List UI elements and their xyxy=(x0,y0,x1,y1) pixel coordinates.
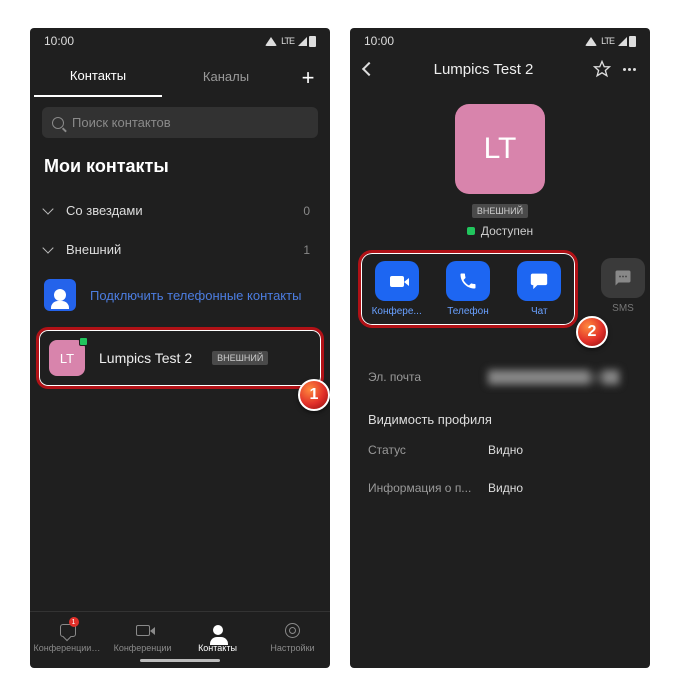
video-icon xyxy=(390,276,404,287)
phone-right: 10:00 LTE Lumpics Test 2 LT ВНЕШНИЙ Дост… xyxy=(350,28,650,668)
group-external[interactable]: Внешний 1 xyxy=(30,230,330,269)
profile-header: Lumpics Test 2 xyxy=(350,52,650,86)
external-badge: ВНЕШНИЙ xyxy=(212,351,268,365)
group-external-count: 1 xyxy=(303,243,316,257)
external-badge: ВНЕШНИЙ xyxy=(472,204,528,218)
email-value: ████████████@██ xyxy=(488,370,632,384)
favorite-button[interactable] xyxy=(593,60,611,78)
gear-icon xyxy=(285,623,300,638)
search-icon xyxy=(52,117,64,129)
action-sms[interactable]: SMS xyxy=(594,258,650,314)
back-button[interactable] xyxy=(362,62,376,76)
network-label: LTE xyxy=(281,36,294,46)
status-bar: 10:00 LTE xyxy=(350,28,650,52)
connect-label: Подключить телефонные контакты xyxy=(90,288,301,303)
action-meet[interactable]: Конфере... xyxy=(369,261,424,317)
more-button[interactable] xyxy=(619,68,640,71)
battery-icon xyxy=(629,36,636,47)
status-icons: LTE xyxy=(265,36,316,47)
status-bar: 10:00 LTE xyxy=(30,28,330,52)
connect-icon xyxy=(44,279,76,311)
clock: 10:00 xyxy=(44,34,74,48)
home-indicator xyxy=(140,659,220,662)
avatar-initials: LT xyxy=(484,132,517,166)
wifi-icon xyxy=(265,37,277,46)
add-button[interactable]: + xyxy=(290,65,326,91)
row-email: Эл. почта ████████████@██ xyxy=(368,358,632,396)
section-title: Мои контакты xyxy=(30,148,330,191)
group-starred-count: 0 xyxy=(303,204,316,218)
profile-details: Эл. почта ████████████@██ Видимость проф… xyxy=(350,358,650,507)
tab-contacts[interactable]: Контакты xyxy=(34,58,162,97)
search-placeholder: Поиск контактов xyxy=(72,115,171,130)
contact-name: Lumpics Test 2 xyxy=(99,350,192,366)
bottom-nav: 1 Конференции и... Конференции Контакты … xyxy=(30,611,330,655)
profile-title: Lumpics Test 2 xyxy=(382,61,585,78)
status-line: Доступен xyxy=(350,224,650,238)
group-external-label: Внешний xyxy=(66,242,121,257)
info-value: Видно xyxy=(488,481,632,495)
action-chat-label: Чат xyxy=(531,306,548,317)
sms-icon xyxy=(614,269,632,287)
action-meet-label: Конфере... xyxy=(372,306,422,317)
status-value: Видно xyxy=(488,443,632,457)
nav-chat[interactable]: 1 Конференции и... xyxy=(30,620,105,653)
email-label: Эл. почта xyxy=(368,370,488,384)
phone-left: 10:00 LTE Контакты Каналы + Поиск контак… xyxy=(30,28,330,668)
group-starred-label: Со звездами xyxy=(66,203,143,218)
action-call-label: Телефон xyxy=(447,306,488,317)
row-info[interactable]: Информация о п... Видно xyxy=(368,469,632,507)
nav-settings[interactable]: Настройки xyxy=(255,620,330,653)
search-input[interactable]: Поиск контактов xyxy=(42,107,318,138)
presence-indicator xyxy=(79,337,88,346)
clock: 10:00 xyxy=(364,34,394,48)
phone-icon xyxy=(458,271,478,291)
profile-avatar: LT xyxy=(455,104,545,194)
visibility-header: Видимость профиля xyxy=(368,396,632,431)
network-label: LTE xyxy=(601,36,614,46)
avatar: LT xyxy=(49,340,85,376)
row-status[interactable]: Статус Видно xyxy=(368,431,632,469)
action-call[interactable]: Телефон xyxy=(440,261,495,317)
action-row: Конфере... Телефон Чат xyxy=(358,250,578,328)
info-label: Информация о п... xyxy=(368,481,488,495)
action-sms-label: SMS xyxy=(612,303,634,314)
signal-icon xyxy=(618,37,627,46)
wifi-icon xyxy=(585,37,597,46)
chevron-down-icon xyxy=(42,203,53,214)
person-icon xyxy=(54,289,66,301)
status-icons: LTE xyxy=(585,36,636,47)
nav-settings-label: Настройки xyxy=(270,643,314,653)
connect-phone-contacts[interactable]: Подключить телефонные контакты xyxy=(30,269,330,321)
presence-dot xyxy=(467,227,475,235)
battery-icon xyxy=(309,36,316,47)
nav-contacts[interactable]: Контакты xyxy=(180,620,255,653)
avatar-initials: LT xyxy=(60,351,74,366)
status-text: Доступен xyxy=(481,224,533,238)
tab-channels[interactable]: Каналы xyxy=(162,59,290,96)
nav-meetings[interactable]: Конференции xyxy=(105,620,180,653)
nav-chat-label: Конференции и... xyxy=(34,643,102,653)
chat-icon xyxy=(529,272,549,290)
action-chat[interactable]: Чат xyxy=(512,261,567,317)
nav-meetings-label: Конференции xyxy=(114,643,172,653)
step-marker-2: 2 xyxy=(576,316,608,348)
top-tabs: Контакты Каналы + xyxy=(30,52,330,97)
status-label: Статус xyxy=(368,443,488,457)
chevron-down-icon xyxy=(42,242,53,253)
step-marker-1: 1 xyxy=(298,379,330,411)
person-icon xyxy=(213,625,223,635)
contact-row[interactable]: LT Lumpics Test 2 ВНЕШНИЙ xyxy=(36,327,324,389)
chat-badge: 1 xyxy=(69,617,79,627)
camera-icon xyxy=(136,625,150,636)
signal-icon xyxy=(298,37,307,46)
group-starred[interactable]: Со звездами 0 xyxy=(30,191,330,230)
